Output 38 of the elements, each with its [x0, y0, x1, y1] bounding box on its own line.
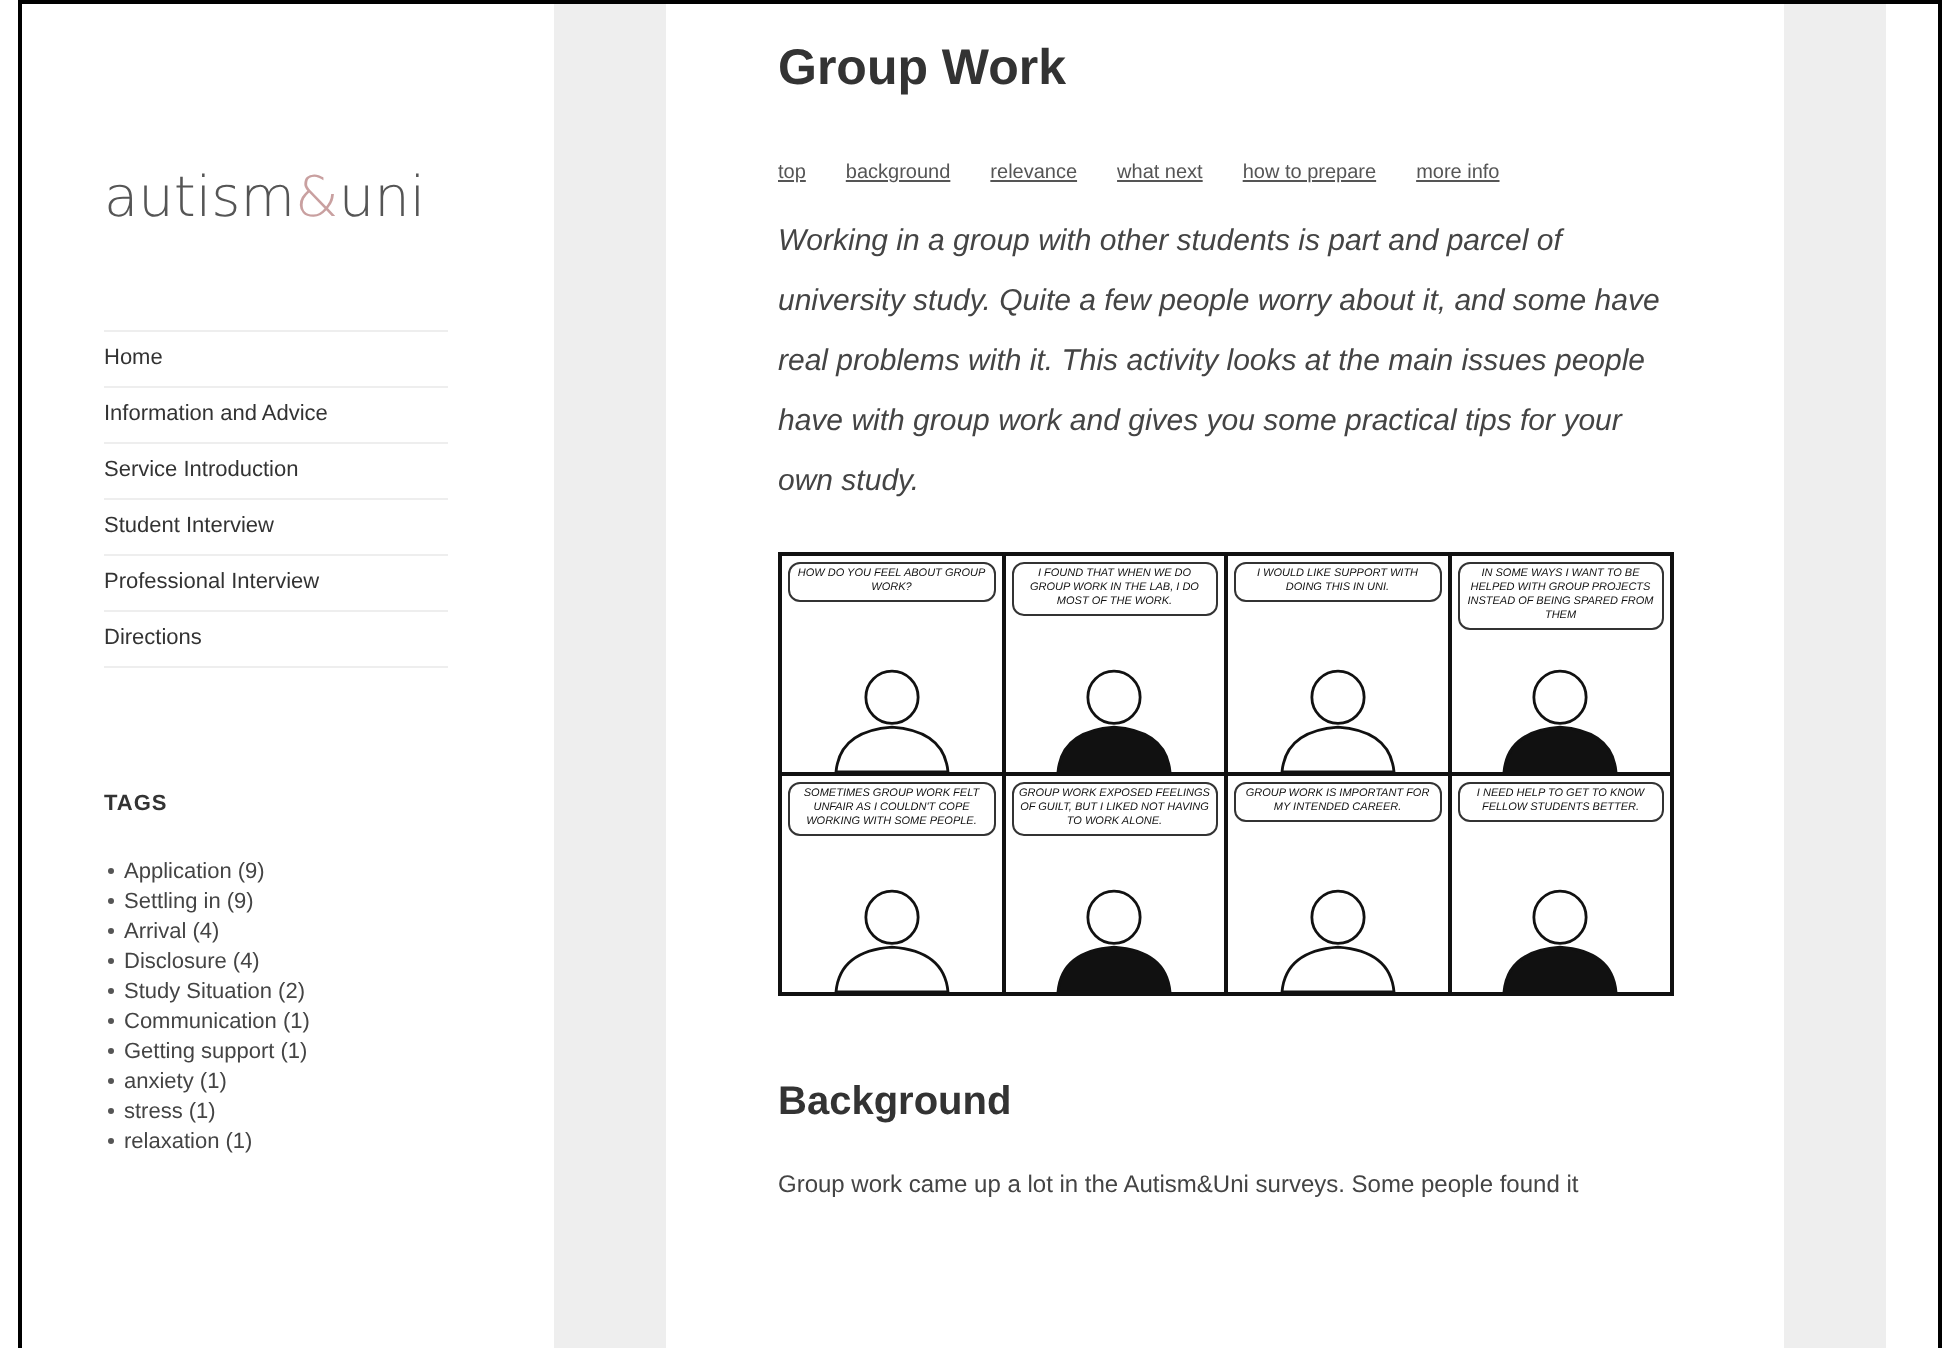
- tag-link[interactable]: Arrival (4): [124, 919, 220, 943]
- nav-link[interactable]: Service Introduction: [104, 444, 448, 500]
- bullet-icon: [108, 958, 114, 964]
- bullet-icon: [108, 1078, 114, 1084]
- bullet-icon: [108, 1018, 114, 1024]
- tag-link[interactable]: Application (9): [124, 859, 265, 883]
- bullet-icon: [108, 1138, 114, 1144]
- site-logo[interactable]: autism&uni: [104, 164, 426, 230]
- tag-link[interactable]: Disclosure (4): [124, 949, 260, 973]
- bullet-icon: [108, 1108, 114, 1114]
- bullet-icon: [108, 898, 114, 904]
- bullet-icon: [108, 1048, 114, 1054]
- anchor-link[interactable]: background: [845, 162, 951, 184]
- body-text: Group work came up a lot in the Autism&Uni surveys. Some people found it: [778, 1170, 1581, 1198]
- tag-link[interactable]: Communication (1): [124, 1009, 310, 1033]
- tag-link[interactable]: Settling in (9): [124, 889, 254, 913]
- anchor-link[interactable]: how to prepare: [1242, 162, 1377, 184]
- page-title: Group Work: [778, 40, 1068, 98]
- intro-text: Working in a group with other students is part and parcel of university study. Quite a few people worry about it, and some have real problems with it. This activity looks at the main issues people have with group work and gives you some practical tips for your own study.: [778, 222, 1662, 502]
- section-heading: Background: [778, 1080, 1014, 1126]
- bullet-icon: [108, 988, 114, 994]
- anchor-link[interactable]: more info: [1416, 162, 1500, 184]
- tag-link[interactable]: Getting support (1): [124, 1039, 308, 1063]
- tag-link[interactable]: relaxation (1): [124, 1129, 253, 1153]
- tag-link[interactable]: stress (1): [124, 1099, 216, 1123]
- anchor-link[interactable]: top: [778, 162, 806, 184]
- tag-link[interactable]: anxiety (1): [124, 1069, 227, 1093]
- anchor-link[interactable]: relevance: [990, 162, 1078, 184]
- tag-link[interactable]: Study Situation (2): [124, 979, 305, 1003]
- bullet-icon: [108, 868, 114, 874]
- bullet-icon: [108, 928, 114, 934]
- tags-heading: TAGS: [104, 792, 170, 816]
- nav-link[interactable]: Home: [104, 332, 448, 388]
- nav-link[interactable]: Directions: [104, 612, 448, 668]
- nav-link[interactable]: Information and Advice: [104, 388, 448, 444]
- nav-link[interactable]: Professional Interview: [104, 556, 448, 612]
- nav-link[interactable]: Student Interview: [104, 500, 448, 556]
- anchor-link[interactable]: what next: [1117, 162, 1203, 184]
